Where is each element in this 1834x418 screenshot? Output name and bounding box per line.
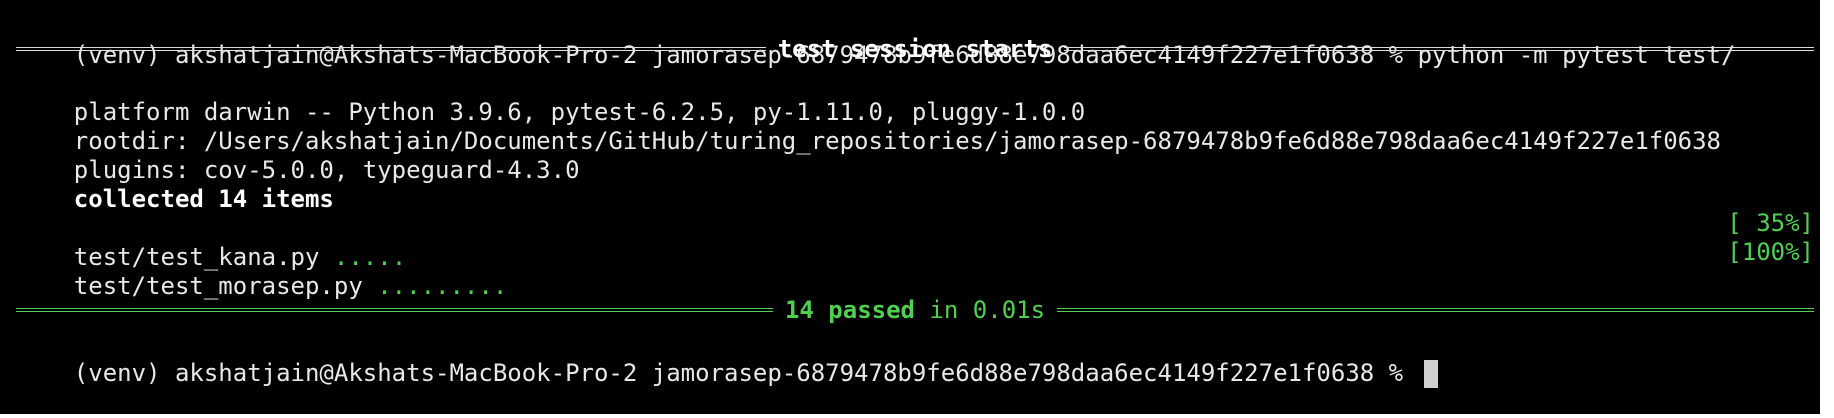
final-prompt-line[interactable]: (venv) akshatjain@Akshats-MacBook-Pro-2 … [16,322,1814,388]
test-progress-percent: [100%] [1727,238,1814,266]
terminal-window[interactable]: (venv) akshatjain@Akshats-MacBook-Pro-2 … [0,0,1834,418]
collected-info: collected 14 items [16,148,1814,213]
duration-text: in 0.01s [915,296,1046,324]
window-right-edge [1820,0,1834,418]
separator-rule-left [16,47,766,51]
summary-rule-right [1057,308,1814,312]
separator-rule-right [1064,47,1815,51]
final-prompt-text: (venv) akshatjain@Akshats-MacBook-Pro-2 … [73,359,1418,387]
text-cursor [1423,360,1438,388]
passed-count: 14 passed [784,296,915,324]
window-bottom-edge [0,414,1834,418]
test-result-row: test/test_morasep.py ......... [100%] [16,235,1814,300]
summary-rule-left [16,308,773,312]
